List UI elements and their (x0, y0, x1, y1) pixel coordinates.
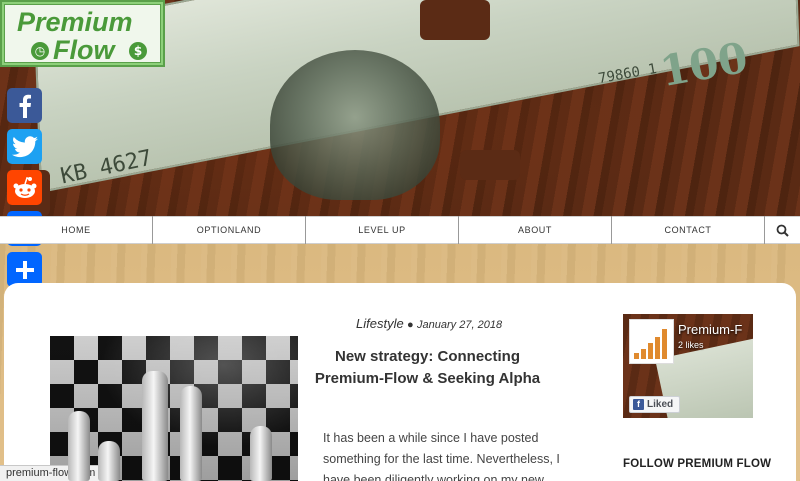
search-button[interactable] (765, 216, 800, 244)
nav-item-optionland[interactable]: OPTIONLAND (153, 216, 306, 244)
clock-icon: ◷ (31, 42, 49, 60)
main-navigation: HOME OPTIONLAND LEVEL UP ABOUT CONTACT (0, 216, 800, 244)
share-sidebar (7, 88, 42, 293)
logo-text-flow: Flow (53, 35, 115, 65)
meta-separator: ● (407, 319, 414, 331)
post-title[interactable]: New strategy: Connecting Premium-Flow & … (305, 346, 550, 390)
avatar-bar (648, 343, 653, 359)
facebook-like-button[interactable]: f Liked (629, 396, 680, 413)
portrait-illustration (270, 50, 440, 200)
facebook-share-button[interactable] (7, 88, 42, 123)
avatar-bar (641, 349, 646, 359)
puzzle-gap (420, 0, 490, 40)
site-logo[interactable]: Premium ◷ Flow $ (0, 0, 165, 67)
avatar-bar (634, 353, 639, 359)
search-icon (776, 224, 789, 237)
facebook-icon: f (633, 399, 644, 410)
dollar-icon: $ (129, 42, 147, 60)
post-featured-image[interactable] (50, 336, 298, 481)
chess-piece (250, 426, 272, 481)
post-meta: Lifestyle ● January 27, 2018 (356, 316, 502, 331)
facebook-page-name[interactable]: Premium-F (678, 322, 742, 337)
like-button-label: Liked (647, 399, 674, 410)
post-excerpt: It has been a while since I have posted … (323, 431, 560, 481)
reddit-icon (13, 176, 36, 198)
post-date: January 27, 2018 (417, 319, 503, 331)
nav-item-home[interactable]: HOME (0, 216, 153, 244)
facebook-page-widget[interactable]: Premium-F 2 likes f Liked (623, 314, 753, 418)
twitter-icon (11, 135, 38, 157)
chess-piece (98, 441, 120, 481)
nav-item-contact[interactable]: CONTACT (612, 216, 765, 244)
chess-piece (68, 411, 90, 481)
facebook-like-count: 2 likes (678, 340, 704, 350)
facebook-icon (19, 94, 31, 118)
follow-heading: FOLLOW PREMIUM FLOW (623, 458, 772, 470)
plus-icon (15, 260, 34, 279)
reddit-share-button[interactable] (7, 170, 42, 205)
nav-item-about[interactable]: ABOUT (459, 216, 612, 244)
nav-item-level-up[interactable]: LEVEL UP (306, 216, 459, 244)
logo-text-premium: Premium (17, 7, 133, 37)
chess-piece (180, 386, 202, 481)
page-avatar[interactable] (629, 319, 674, 364)
twitter-share-button[interactable] (7, 129, 42, 164)
avatar-bar (662, 329, 667, 359)
avatar-bar (655, 337, 660, 359)
puzzle-gap (460, 150, 520, 180)
post-category[interactable]: Lifestyle (356, 316, 404, 331)
chess-piece (142, 371, 168, 481)
more-share-button[interactable] (7, 252, 42, 287)
logo-frame: Premium ◷ Flow $ (4, 4, 161, 65)
